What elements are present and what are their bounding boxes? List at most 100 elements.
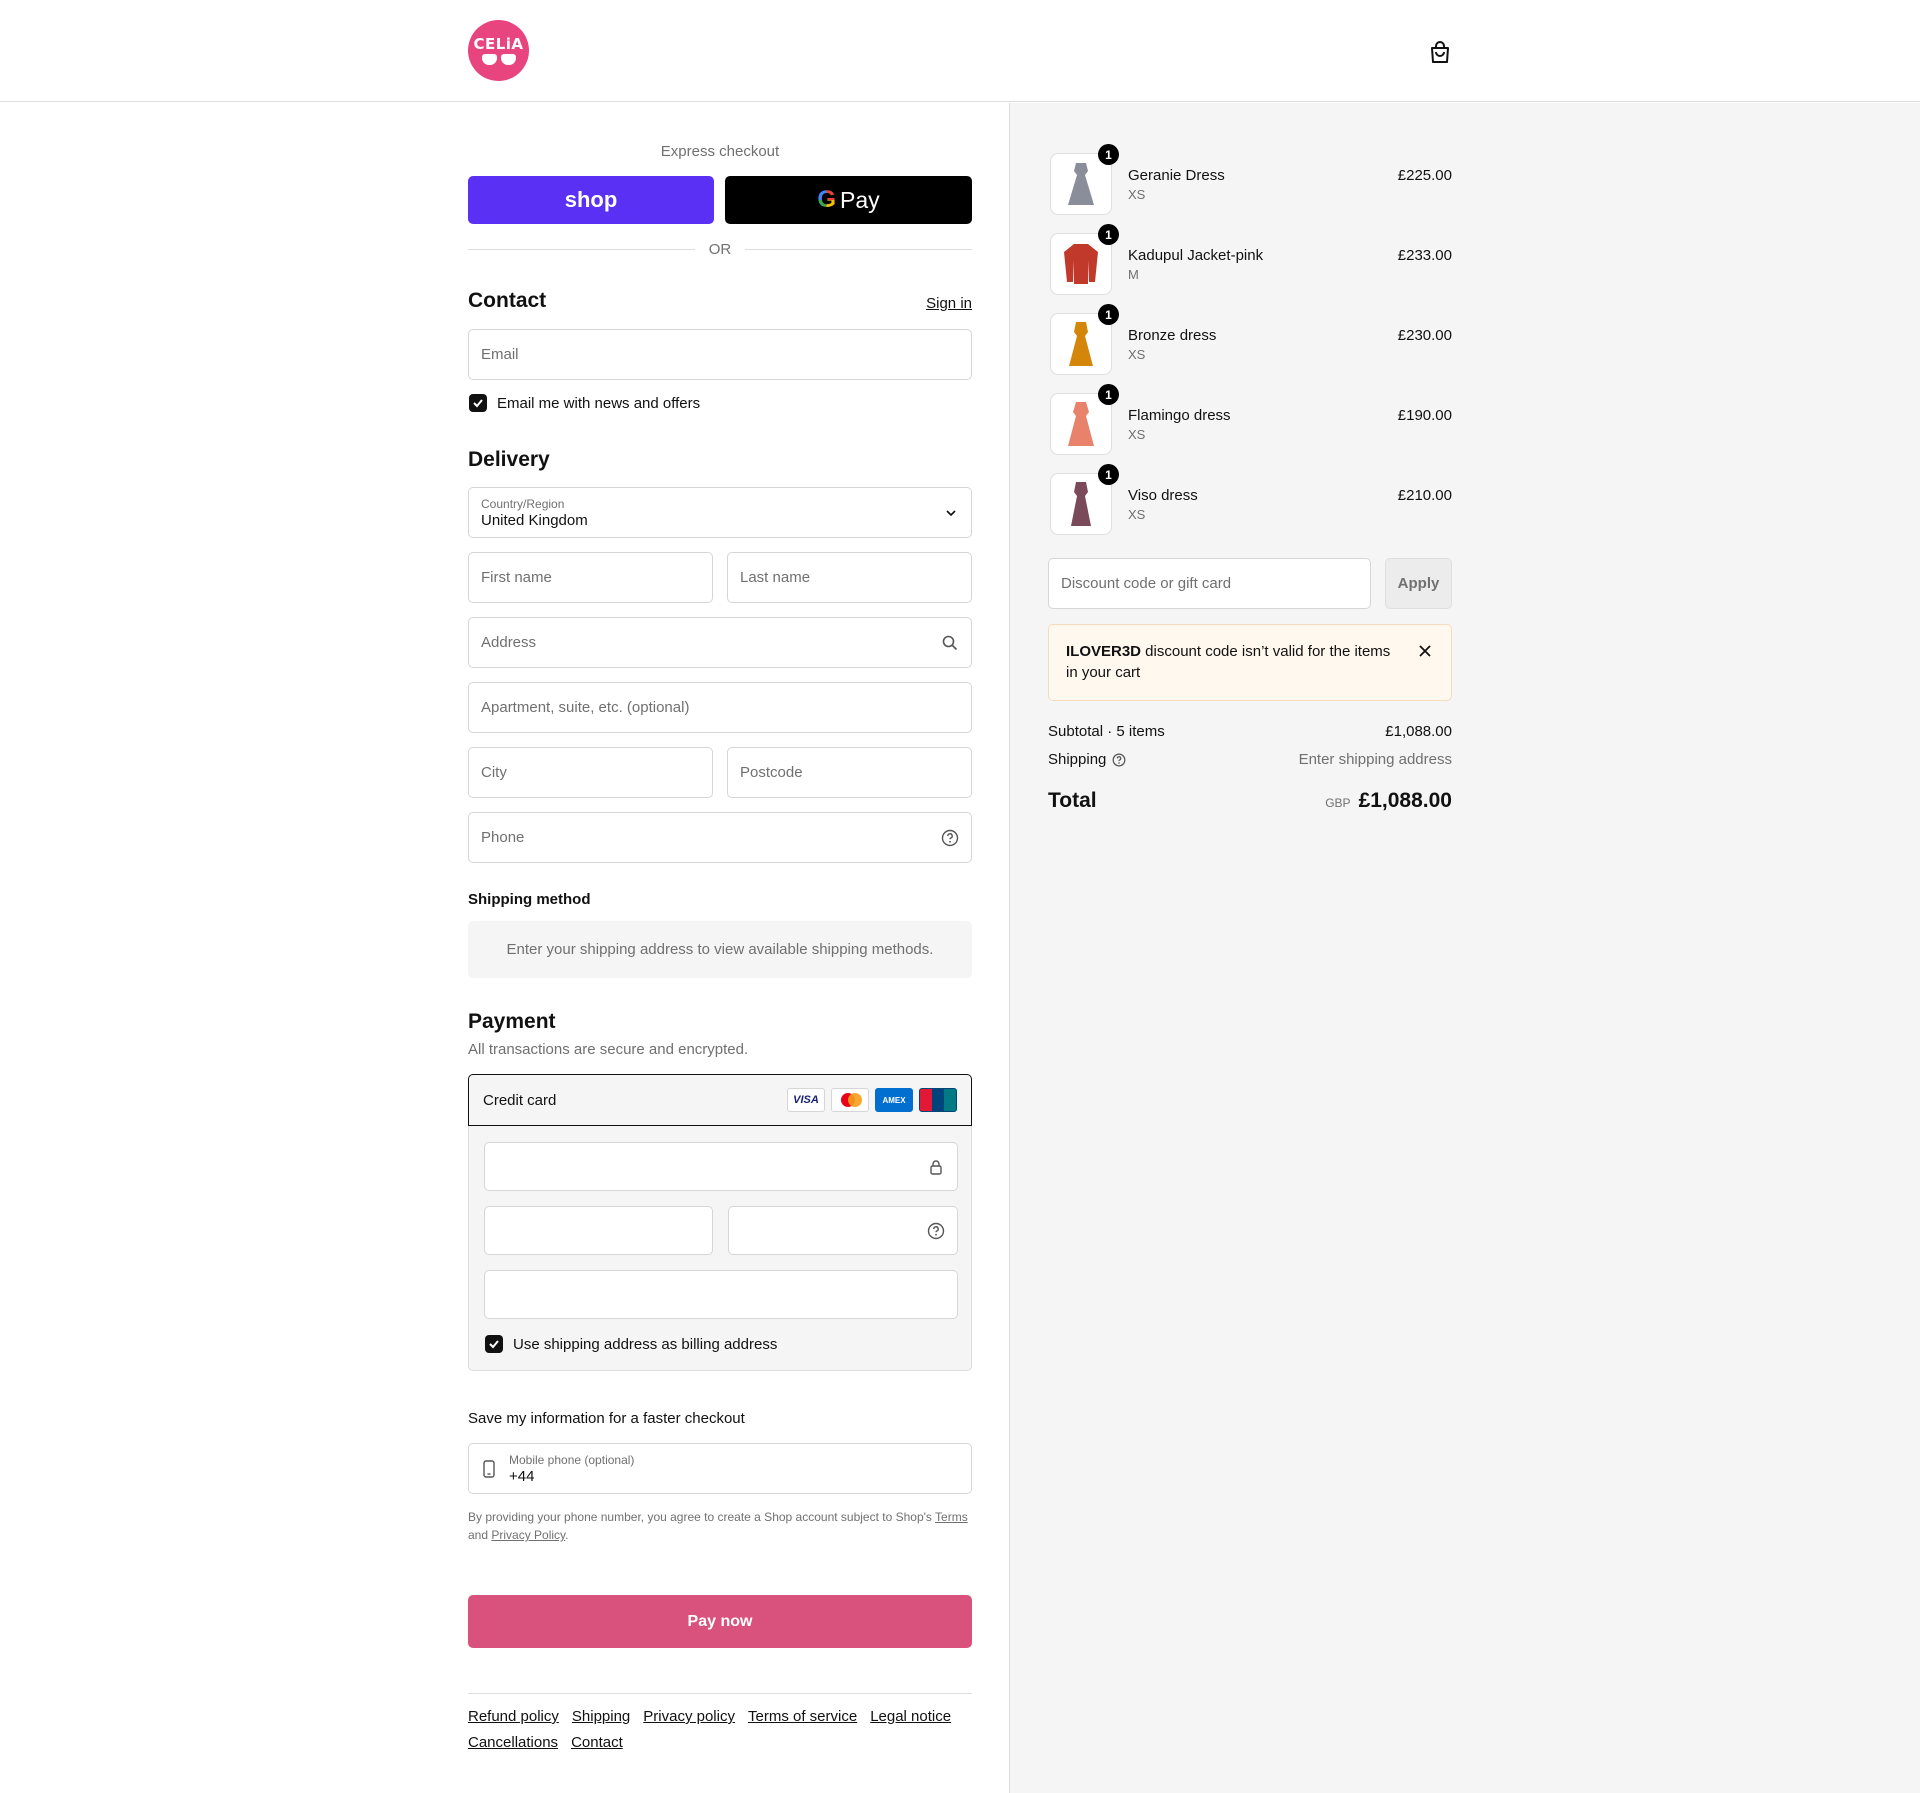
shopping-bag-icon[interactable] [1429,40,1451,64]
contact-title: Contact [468,289,547,312]
quantity-badge: 1 [1098,224,1119,245]
discount-code-input[interactable]: Discount code or gift card [1048,558,1371,609]
pay-now-button[interactable]: Pay now [468,1595,972,1648]
close-icon[interactable] [1417,643,1433,659]
quantity-badge: 1 [1098,304,1119,325]
quantity-badge: 1 [1098,464,1119,485]
cancellations-link[interactable]: Cancellations [468,1734,558,1751]
product-thumbnail: 1 [1050,304,1119,375]
billing-label: Use shipping address as billing address [513,1335,778,1353]
mobile-phone-label: Mobile phone (optional) [509,1452,635,1467]
express-checkout-label: Express checkout [660,143,780,160]
cart-item: 1 Kadupul Jacket-pink M £233.00 [1048,224,1452,295]
shipping-label: Shipping [1048,751,1107,768]
expiry-date-field[interactable] [484,1206,713,1255]
store-logo[interactable]: CELiA [468,20,529,81]
dress-image [1071,482,1091,526]
apply-discount-button[interactable]: Apply [1385,558,1452,609]
item-name: Kadupul Jacket-pink [1128,247,1264,264]
subtotal-row: Subtotal · 5 items £1,088.00 [1048,723,1452,740]
logo-text: CELiA [473,34,524,53]
legal-notice-link[interactable]: Legal notice [870,1708,951,1725]
shipping-row: Shipping Enter shipping address [1048,751,1452,768]
shop-pay-button[interactable]: shop [468,176,714,224]
address-field[interactable]: Address [468,617,972,668]
search-icon [942,635,958,650]
last-name-placeholder: Last name [740,569,811,586]
card-number-field[interactable] [484,1142,958,1191]
google-g-icon: G [817,186,837,213]
footer-divider [468,1693,972,1694]
news-checkbox-row[interactable]: Email me with news and offers [469,394,700,412]
lock-icon [930,1159,942,1175]
help-icon[interactable] [1112,753,1126,767]
product-thumbnail: 1 [1050,224,1119,295]
footer-links: Refund policy Shipping Privacy policy Te… [468,1708,972,1751]
terms-of-service-link[interactable]: Terms of service [748,1708,857,1725]
dress-image [1069,322,1093,366]
cart-item: 1 Viso dress XS £210.00 [1048,464,1452,535]
security-code-field[interactable] [728,1206,958,1255]
card-brands: VISA AMEX [787,1088,957,1112]
country-label: Country/Region [481,496,565,511]
phone-placeholder: Phone [481,829,525,846]
cart-item: 1 Bronze dress XS £230.00 [1048,304,1452,375]
billing-checkbox-row[interactable]: Use shipping address as billing address [485,1335,777,1353]
product-thumbnail: 1 [1050,144,1119,215]
mastercard-icon [831,1088,869,1112]
disclaimer-and: and [468,1528,492,1542]
payment-title: Payment [468,1010,556,1033]
refund-policy-link[interactable]: Refund policy [468,1708,559,1725]
save-info-label: Save my information for a faster checkou… [468,1410,745,1427]
postcode-field[interactable]: Postcode [727,747,972,798]
item-price: £210.00 [1397,487,1452,504]
privacy-policy-link[interactable]: Privacy Policy [491,1528,565,1542]
privacy-policy-footer-link[interactable]: Privacy policy [643,1708,735,1725]
credit-card-option[interactable]: Credit card VISA AMEX [468,1074,972,1126]
billing-checkbox[interactable] [485,1335,503,1353]
last-name-field[interactable]: Last name [727,552,972,603]
item-name: Bronze dress [1128,327,1217,344]
phone-field[interactable]: Phone [468,812,972,863]
first-name-placeholder: First name [481,569,552,586]
dress-image [1068,163,1094,205]
disclaimer-text: By providing your phone number, you agre… [468,1510,936,1524]
email-field[interactable]: Email [468,329,972,380]
subtotal-label: Subtotal · 5 items [1048,723,1165,740]
country-value: United Kingdom [481,511,588,529]
check-icon [489,1340,499,1349]
item-price: £230.00 [1397,327,1452,344]
item-price: £190.00 [1397,407,1452,424]
google-pay-button[interactable]: G Pay [725,176,972,224]
terms-link[interactable]: Terms [935,1510,968,1524]
unionpay-icon [919,1088,957,1112]
shipping-method-notice: Enter your shipping address to view avai… [468,921,972,978]
mobile-phone-field[interactable]: Mobile phone (optional) +44 [468,1443,972,1494]
sign-in-link[interactable]: Sign in [926,295,972,312]
discount-code: ILOVER3D [1066,643,1142,660]
logo-mask-icon [481,53,516,65]
country-select[interactable]: Country/Region United Kingdom [468,487,972,538]
news-label: Email me with news and offers [497,394,701,412]
shipping-link[interactable]: Shipping [572,1708,630,1725]
city-field[interactable]: City [468,747,713,798]
discount-error-alert: ILOVER3D discount code isn’t valid for t… [1048,624,1452,701]
total-value: £1,088.00 [1358,789,1452,812]
name-on-card-field[interactable] [484,1270,958,1319]
city-placeholder: City [481,764,507,781]
apartment-field[interactable]: Apartment, suite, etc. (optional) [468,682,972,733]
dress-image [1068,402,1094,446]
help-icon[interactable] [941,829,959,847]
item-name: Flamingo dress [1128,407,1231,424]
first-name-field[interactable]: First name [468,552,713,603]
or-label: OR [708,241,732,258]
contact-link[interactable]: Contact [571,1734,623,1751]
visa-icon: VISA [787,1088,825,1112]
amex-icon: AMEX [875,1088,913,1112]
total-row: Total GBP £1,088.00 [1048,789,1452,813]
disclaimer-period: . [565,1528,569,1542]
jacket-image [1064,244,1098,284]
google-pay-label: Pay [840,186,880,213]
help-icon[interactable] [927,1222,945,1240]
news-checkbox[interactable] [469,394,487,412]
